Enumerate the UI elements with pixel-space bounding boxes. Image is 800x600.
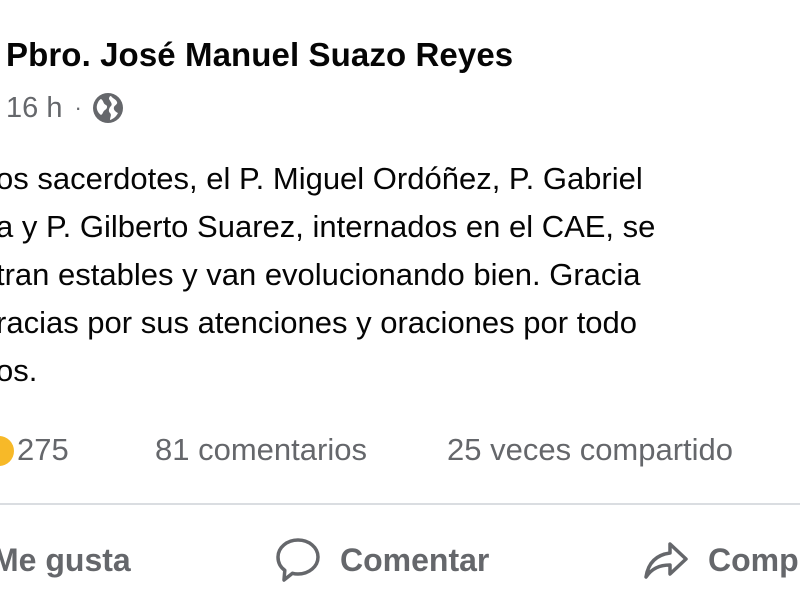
comment-button-label: Comentar [340, 541, 490, 578]
post-body-line: os. [0, 353, 38, 388]
share-button[interactable]: Comp [642, 530, 799, 590]
post-body: os sacerdotes, el P. Miguel Ordóñez, P. … [0, 155, 800, 395]
like-button-label: Me gusta [0, 541, 131, 578]
post-body-line: os sacerdotes, el P. Miguel Ordóñez, P. … [0, 161, 643, 196]
meta-separator: · [74, 95, 82, 120]
reaction-emoji-icon[interactable] [0, 436, 14, 466]
comment-bubble-icon [274, 536, 322, 584]
post-action-bar: Me gusta Comentar Comp [0, 530, 800, 590]
share-button-label: Comp [708, 541, 799, 578]
post-body-line: racias por sus atenciones y oraciones po… [0, 305, 638, 340]
post-author-name[interactable]: Pbro. José Manuel Suazo Reyes [6, 36, 513, 74]
comments-count[interactable]: 81 comentarios [155, 432, 367, 468]
shares-count[interactable]: 25 veces compartido [447, 432, 733, 468]
post-body-line: tran estables y van evolucionando bien. … [0, 257, 641, 292]
post-body-line: a y P. Gilberto Suarez, internados en el… [0, 209, 656, 244]
reaction-count[interactable]: 275 [17, 432, 69, 468]
like-button[interactable]: Me gusta [0, 530, 131, 590]
post-meta: 16 h · [6, 88, 124, 128]
post-timestamp[interactable]: 16 h [6, 92, 62, 125]
facebook-post: Pbro. José Manuel Suazo Reyes 16 h · os … [0, 0, 800, 600]
comment-button[interactable]: Comentar [274, 530, 489, 590]
divider [0, 503, 800, 505]
post-stats: 275 81 comentarios 25 veces compartido [0, 428, 800, 476]
globe-icon[interactable] [92, 92, 124, 124]
share-arrow-icon [642, 536, 690, 584]
